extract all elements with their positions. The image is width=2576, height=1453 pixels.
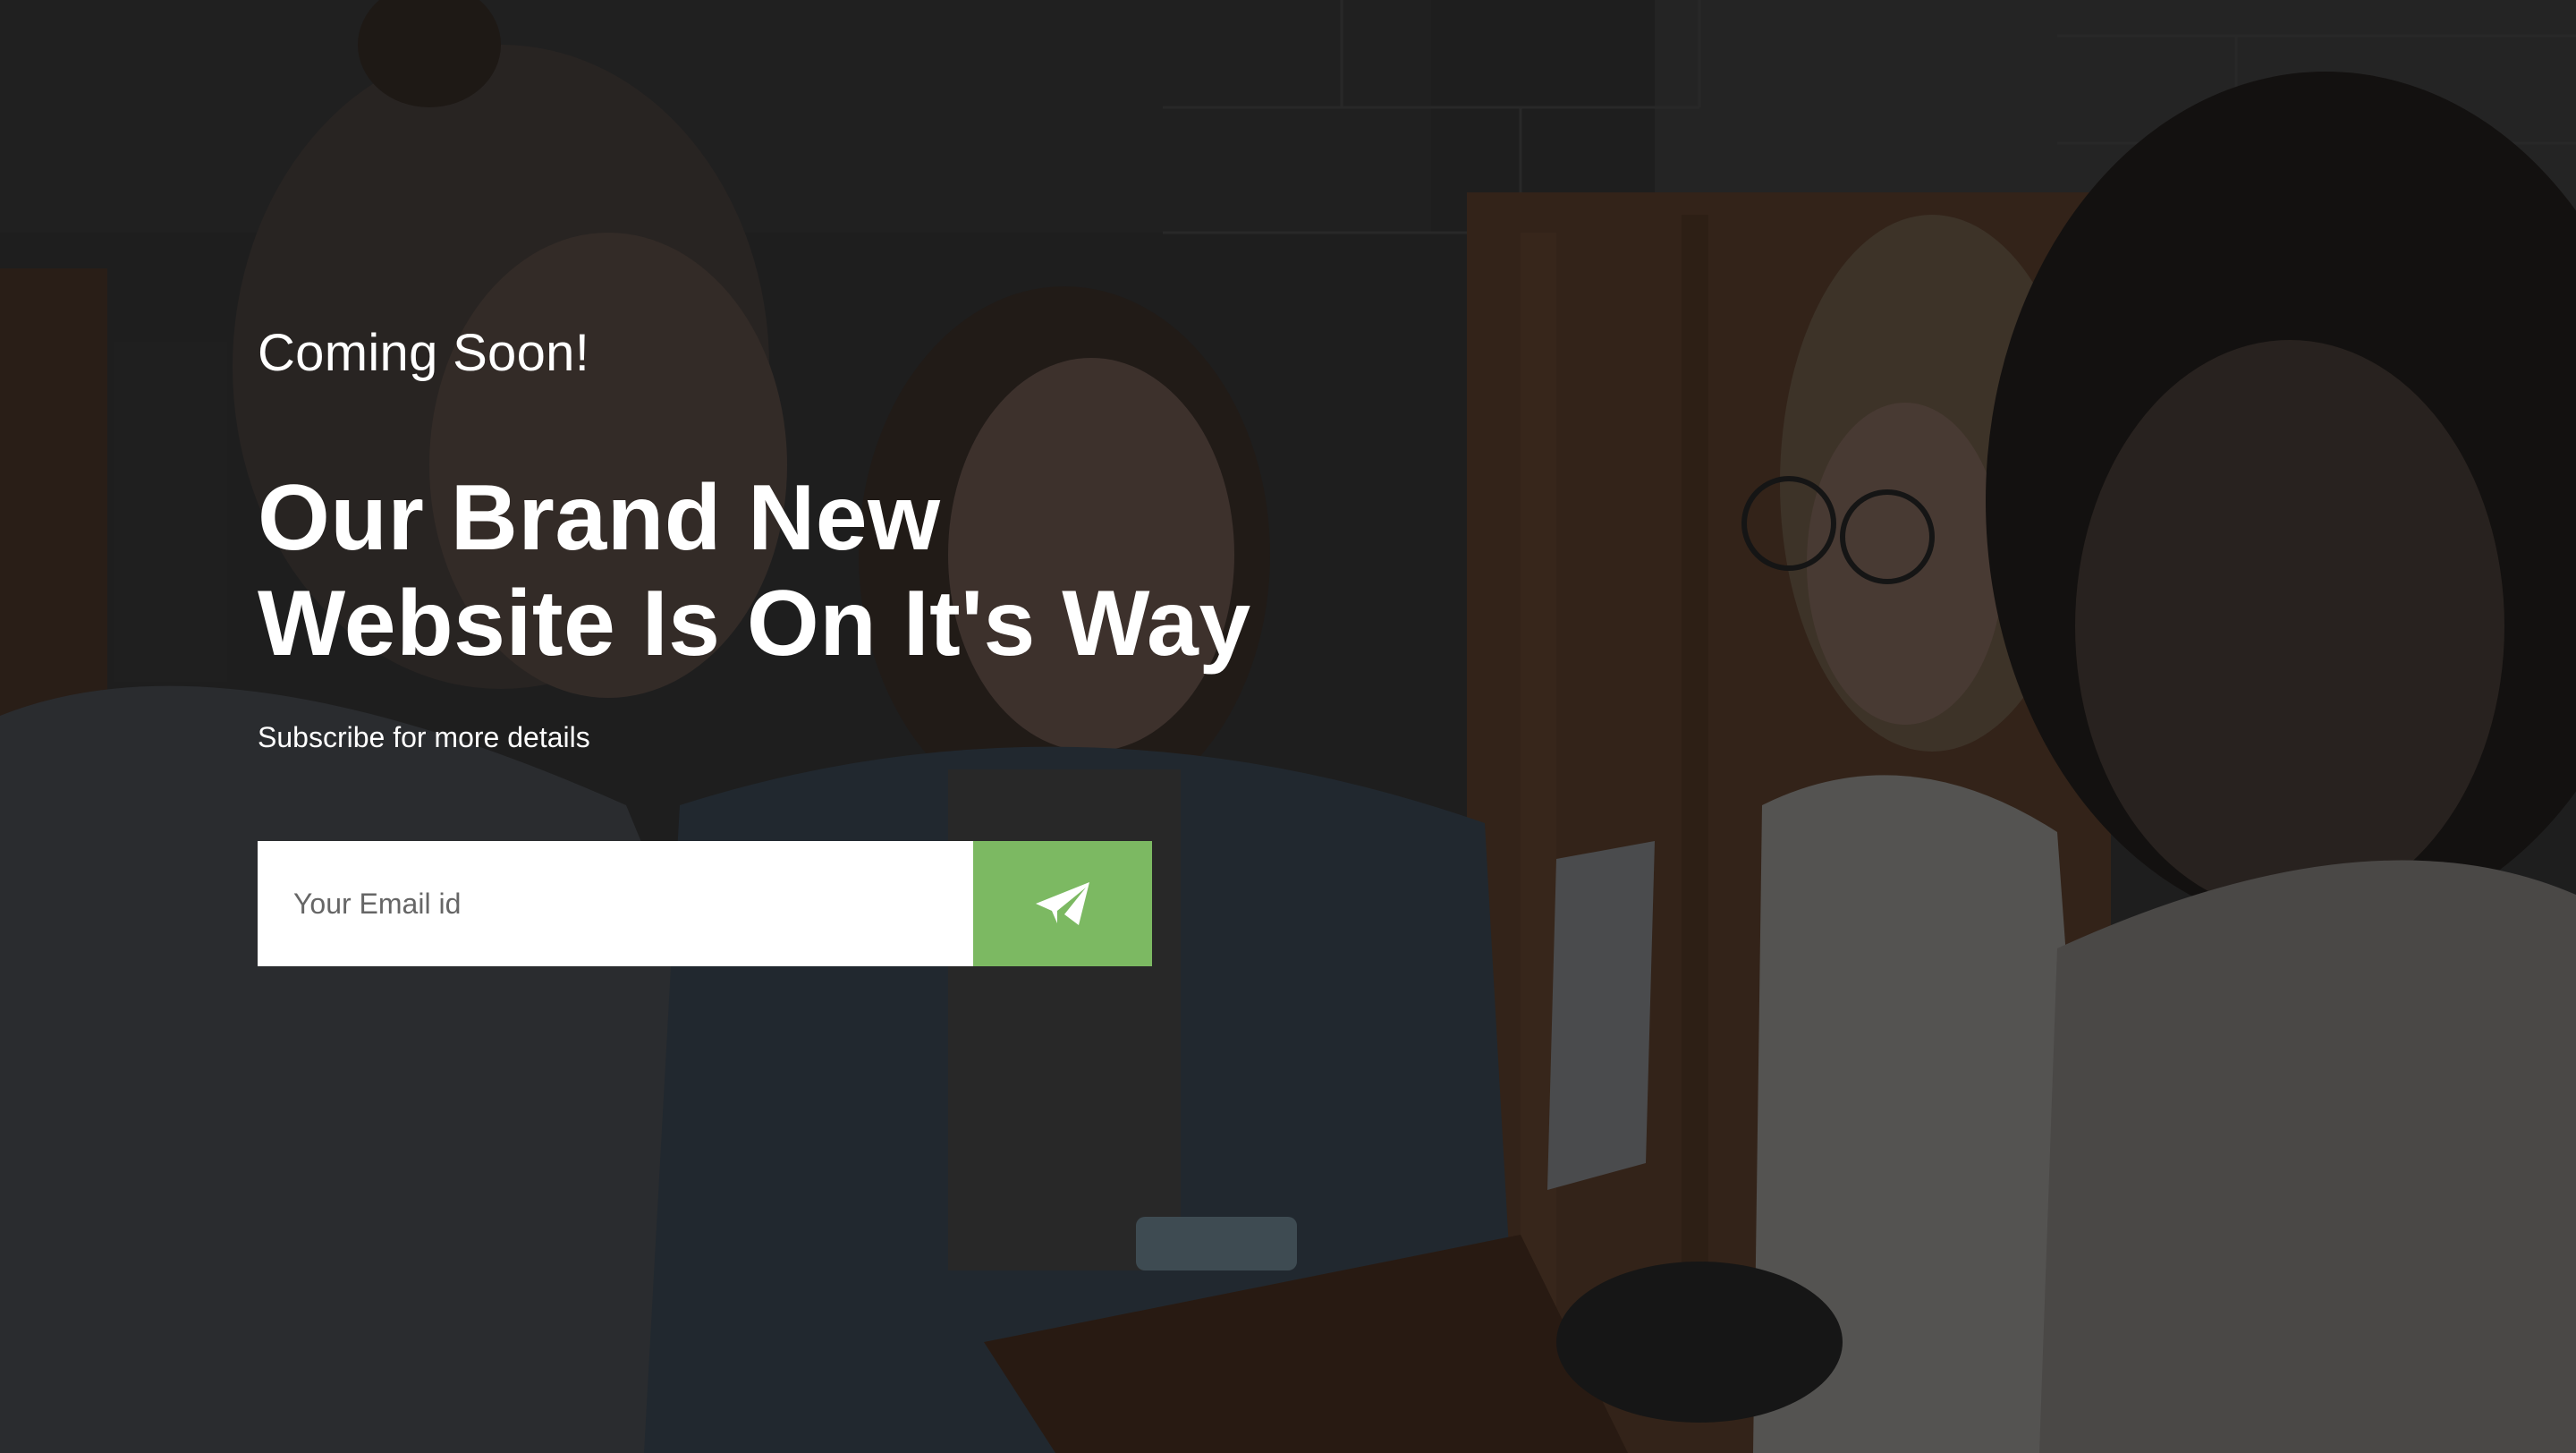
paper-plane-icon <box>1034 880 1091 927</box>
hero-content: Coming Soon! Our Brand New Website Is On… <box>258 322 1331 966</box>
coming-soon-label: Coming Soon! <box>258 324 590 382</box>
subscribe-prompt: Subscribe for more details <box>258 721 590 753</box>
email-field[interactable] <box>258 841 973 966</box>
headline-line-1: Our Brand New <box>258 466 941 570</box>
subscribe-submit-button[interactable] <box>973 841 1152 966</box>
headline-line-2: Website Is On It's Way <box>258 572 1251 676</box>
subscribe-form <box>258 841 1152 966</box>
page-title: Our Brand New Website Is On It's Way <box>258 465 1331 676</box>
coming-soon-hero: Coming Soon! Our Brand New Website Is On… <box>0 0 2576 1453</box>
